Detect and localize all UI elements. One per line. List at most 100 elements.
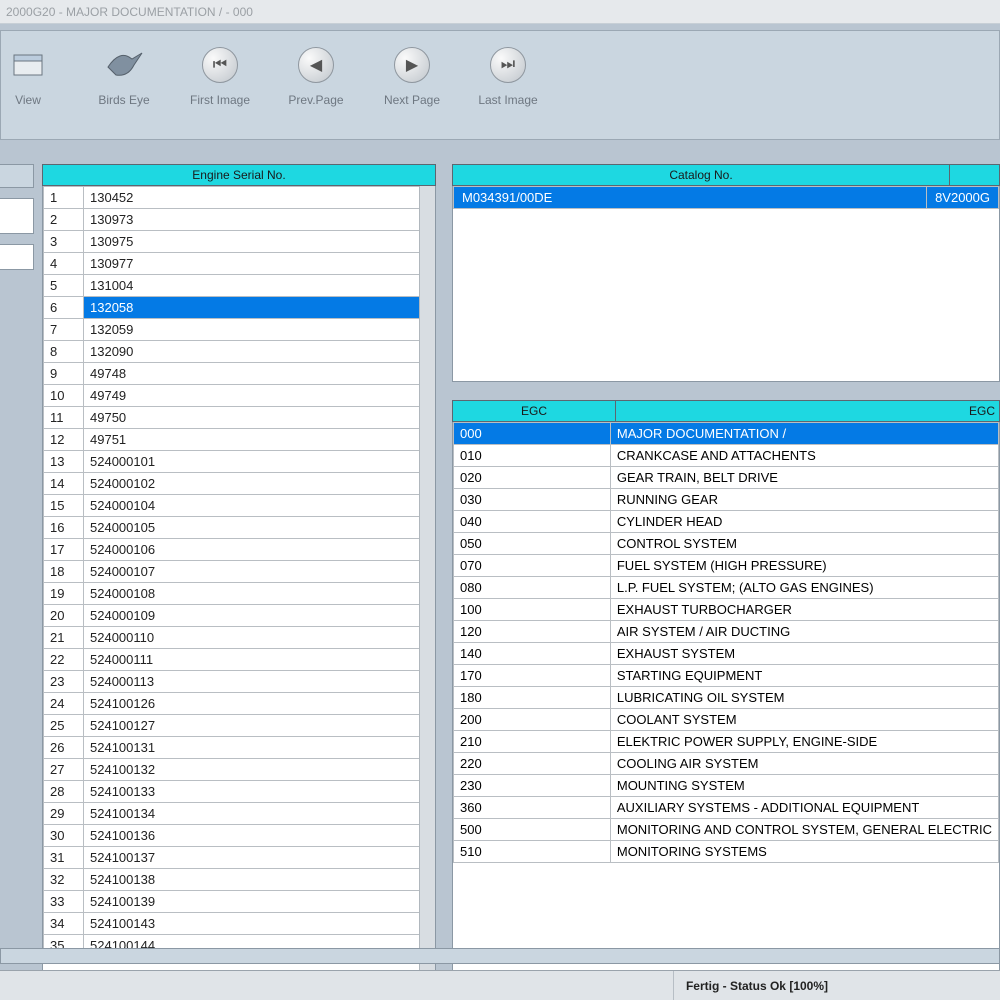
left-input-stub[interactable] [0,198,34,234]
table-row[interactable]: 050CONTROL SYSTEM [454,533,999,555]
last-icon: ⏭ [486,43,530,87]
prev-page-button[interactable]: ◀ Prev.Page [283,43,349,107]
last-image-button[interactable]: ⏭ Last Image [475,43,541,107]
table-row[interactable]: 500MONITORING AND CONTROL SYSTEM, GENERA… [454,819,999,841]
egc-desc: GEAR TRAIN, BELT DRIVE [610,467,998,489]
table-row[interactable]: M034391/00DE8V2000G [454,187,999,209]
engine-serial: 130452 [84,187,435,209]
table-row[interactable]: 000MAJOR DOCUMENTATION / [454,423,999,445]
table-row[interactable]: 4130977 [44,253,435,275]
table-row[interactable]: 29524100134 [44,803,435,825]
view-label: View [15,93,41,107]
table-row[interactable]: 31524100137 [44,847,435,869]
engine-serial: 49751 [84,429,435,451]
table-row[interactable]: 180LUBRICATING OIL SYSTEM [454,687,999,709]
table-row[interactable]: 22524000111 [44,649,435,671]
engine-panel: Engine Serial No. 1130452213097331309754… [42,164,436,976]
engine-serial: 524100134 [84,803,435,825]
table-row[interactable]: 6132058 [44,297,435,319]
table-row[interactable]: 30524100136 [44,825,435,847]
table-row[interactable]: 510MONITORING SYSTEMS [454,841,999,863]
right-column: Catalog No. M034391/00DE8V2000G EGC EGC … [452,164,1000,976]
left-input-stub2[interactable] [0,244,34,270]
table-row[interactable]: 8132090 [44,341,435,363]
table-row[interactable]: 34524100143 [44,913,435,935]
egc-code: 140 [454,643,611,665]
table-row[interactable]: 360AUXILIARY SYSTEMS - ADDITIONAL EQUIPM… [454,797,999,819]
table-row[interactable]: 210ELEKTRIC POWER SUPPLY, ENGINE-SIDE [454,731,999,753]
catalog-list[interactable]: M034391/00DE8V2000G [452,186,1000,382]
first-label: First Image [190,93,250,107]
engine-list[interactable]: 1130452213097331309754130977513100461320… [42,186,436,976]
egc-header-code: EGC [452,400,616,422]
engine-header-text: Engine Serial No. [192,168,285,182]
table-row[interactable]: 949748 [44,363,435,385]
row-index: 10 [44,385,84,407]
table-row[interactable]: 24524100126 [44,693,435,715]
egc-list[interactable]: 000MAJOR DOCUMENTATION /010CRANKCASE AND… [452,422,1000,976]
egc-desc: FUEL SYSTEM (HIGH PRESSURE) [610,555,998,577]
table-row[interactable]: 200COOLANT SYSTEM [454,709,999,731]
engine-serial: 524000113 [84,671,435,693]
table-row[interactable]: 220COOLING AIR SYSTEM [454,753,999,775]
table-row[interactable]: 28524100133 [44,781,435,803]
egc-desc: STARTING EQUIPMENT [610,665,998,687]
birdseye-button[interactable]: Birds Eye [91,43,157,107]
table-row[interactable]: 140EXHAUST SYSTEM [454,643,999,665]
egc-desc: CYLINDER HEAD [610,511,998,533]
table-row[interactable]: 27524100132 [44,759,435,781]
table-row[interactable]: 100EXHAUST TURBOCHARGER [454,599,999,621]
table-row[interactable]: 25524100127 [44,715,435,737]
table-row[interactable]: 18524000107 [44,561,435,583]
table-row[interactable]: 5131004 [44,275,435,297]
egc-desc: AIR SYSTEM / AIR DUCTING [610,621,998,643]
table-row[interactable]: 020GEAR TRAIN, BELT DRIVE [454,467,999,489]
table-row[interactable]: 33524100139 [44,891,435,913]
row-index: 16 [44,517,84,539]
next-label: Next Page [384,93,440,107]
table-row[interactable]: 230MOUNTING SYSTEM [454,775,999,797]
egc-desc: RUNNING GEAR [610,489,998,511]
table-row[interactable]: 17524000106 [44,539,435,561]
egc-code: 120 [454,621,611,643]
table-row[interactable]: 19524000108 [44,583,435,605]
engine-serial: 132058 [84,297,435,319]
table-row[interactable]: 14524000102 [44,473,435,495]
table-row[interactable]: 3130975 [44,231,435,253]
scrollbar[interactable] [419,186,435,975]
engine-serial: 524100143 [84,913,435,935]
engine-serial: 130977 [84,253,435,275]
table-row[interactable]: 2130973 [44,209,435,231]
next-page-button[interactable]: ▶ Next Page [379,43,445,107]
row-index: 24 [44,693,84,715]
table-row[interactable]: 16524000105 [44,517,435,539]
left-header-stub [0,164,34,188]
row-index: 5 [44,275,84,297]
first-image-button[interactable]: ⏮ First Image [187,43,253,107]
engine-serial: 524000110 [84,627,435,649]
table-row[interactable]: 1149750 [44,407,435,429]
table-row[interactable]: 26524100131 [44,737,435,759]
table-row[interactable]: 1049749 [44,385,435,407]
table-row[interactable]: 23524000113 [44,671,435,693]
table-row[interactable]: 080L.P. FUEL SYSTEM; (ALTO GAS ENGINES) [454,577,999,599]
egc-code: 000 [454,423,611,445]
table-row[interactable]: 040CYLINDER HEAD [454,511,999,533]
table-row[interactable]: 120AIR SYSTEM / AIR DUCTING [454,621,999,643]
table-row[interactable]: 1249751 [44,429,435,451]
engine-serial: 524100137 [84,847,435,869]
table-row[interactable]: 20524000109 [44,605,435,627]
engine-serial: 524000106 [84,539,435,561]
engine-serial: 524000109 [84,605,435,627]
table-row[interactable]: 1130452 [44,187,435,209]
table-row[interactable]: 170STARTING EQUIPMENT [454,665,999,687]
table-row[interactable]: 21524000110 [44,627,435,649]
table-row[interactable]: 15524000104 [44,495,435,517]
table-row[interactable]: 32524100138 [44,869,435,891]
view-button[interactable]: View [0,43,61,107]
table-row[interactable]: 030RUNNING GEAR [454,489,999,511]
table-row[interactable]: 010CRANKCASE AND ATTACHENTS [454,445,999,467]
table-row[interactable]: 13524000101 [44,451,435,473]
table-row[interactable]: 7132059 [44,319,435,341]
table-row[interactable]: 070FUEL SYSTEM (HIGH PRESSURE) [454,555,999,577]
